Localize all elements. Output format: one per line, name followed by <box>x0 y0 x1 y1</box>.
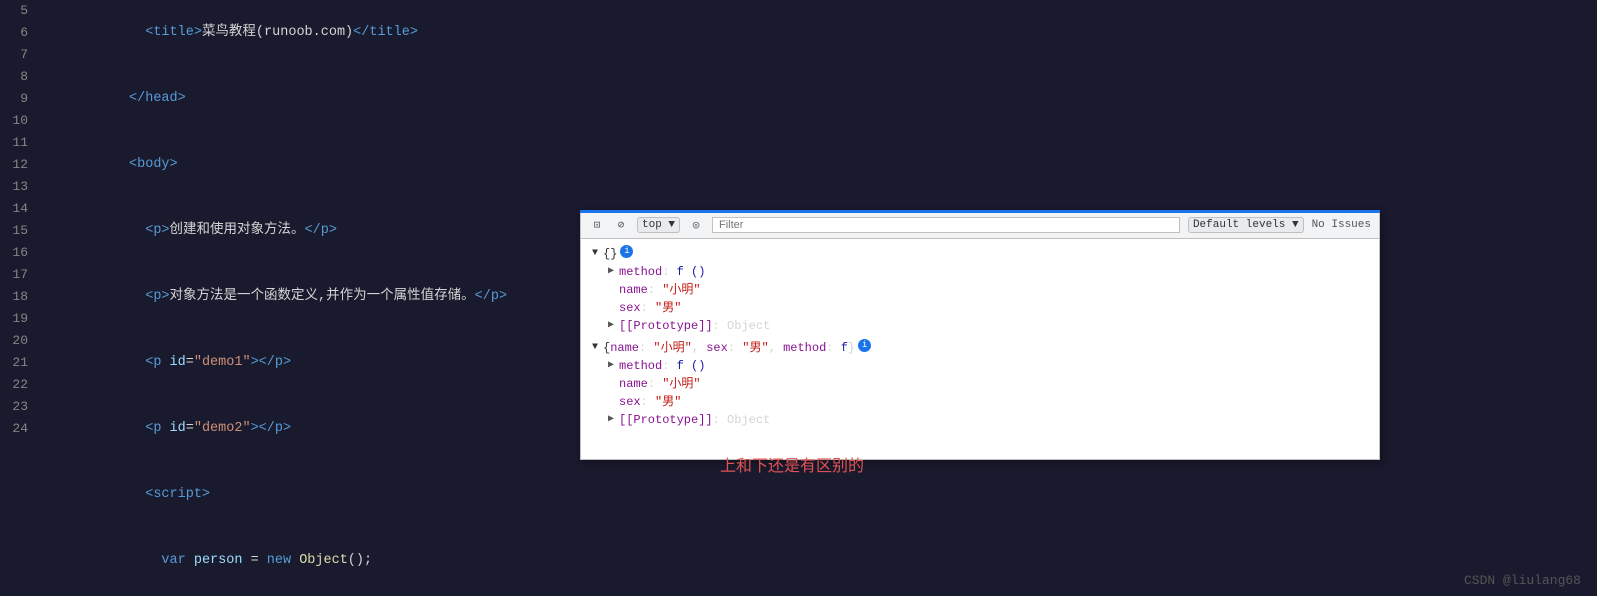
devtools-ban-icon: ⊘ <box>613 217 629 233</box>
code-line-5: <title>菜鸟教程(runoob.com)</title> <box>48 0 1597 66</box>
ln-6: 6 <box>12 22 28 44</box>
devtools-blue-bar <box>580 210 1380 213</box>
info-icon-1: i <box>620 245 633 258</box>
chinese-note-label: 上和下还是有区别的 <box>720 452 864 476</box>
ln-12: 12 <box>12 154 28 176</box>
line-numbers: 5 6 7 8 9 10 11 12 13 14 15 16 17 18 19 … <box>0 0 40 596</box>
ln-5: 5 <box>12 0 28 22</box>
prop-method-2[interactable]: ▶ method: f () <box>605 357 1371 375</box>
prop-prototype-2[interactable]: ▶ [[Prototype]]: Object <box>605 411 1371 429</box>
prop-sex-2: sex: "男" <box>605 393 1371 411</box>
ln-14: 14 <box>12 198 28 220</box>
devtools-top-select[interactable]: top ▼ <box>637 217 680 233</box>
ln-24: 24 <box>12 418 28 440</box>
ln-15: 15 <box>12 220 28 242</box>
devtools-console-icon: ⊡ <box>589 217 605 233</box>
prop-method-1[interactable]: ▶ method: f () <box>605 263 1371 281</box>
ln-17: 17 <box>12 264 28 286</box>
console-entry-1-header[interactable]: ▼ {} i <box>589 245 1371 263</box>
prop-sex-1: sex: "男" <box>605 299 1371 317</box>
ln-8: 8 <box>12 66 28 88</box>
console-entry-2-header[interactable]: ▼ { name : "小明" , sex : "男" , method : f… <box>589 339 1371 357</box>
expand-arrow-2[interactable]: ▼ <box>589 339 601 357</box>
console-entry-2-props: ▶ method: f () name: "小明" sex: "男" ▶ [[P… <box>589 357 1371 429</box>
ln-19: 19 <box>12 308 28 330</box>
ln-16: 16 <box>12 242 28 264</box>
ln-23: 23 <box>12 396 28 418</box>
ln-13: 13 <box>12 176 28 198</box>
console-entry-2: ▼ { name : "小明" , sex : "男" , method : f… <box>589 339 1371 429</box>
console-entry-1-props: ▶ method: f () name: "小明" sex: "男" ▶ [[P… <box>589 263 1371 335</box>
console-entry-1: ▼ {} i ▶ method: f () name: "小明" sex: "男… <box>589 245 1371 335</box>
devtools-eye-icon: ◎ <box>688 217 704 233</box>
prop-name-1: name: "小明" <box>605 281 1371 299</box>
ln-7: 7 <box>12 44 28 66</box>
ln-22: 22 <box>12 374 28 396</box>
devtools-filter-input[interactable] <box>712 217 1180 233</box>
devtools-issues-label: No Issues <box>1312 219 1371 231</box>
devtools-panel: ⊡ ⊘ top ▼ ◎ Default levels ▼ No Issues ▼… <box>580 210 1380 460</box>
ln-11: 11 <box>12 132 28 154</box>
expand-arrow-1[interactable]: ▼ <box>589 245 601 263</box>
devtools-levels-select[interactable]: Default levels ▼ <box>1188 217 1304 233</box>
ln-20: 20 <box>12 330 28 352</box>
code-line-7: <body> <box>48 132 1597 198</box>
info-icon-2: i <box>858 339 871 352</box>
csdn-watermark: CSDN @liulang68 <box>1464 573 1581 588</box>
ln-10: 10 <box>12 110 28 132</box>
ln-18: 18 <box>12 286 28 308</box>
code-line-6: </head> <box>48 66 1597 132</box>
ln-21: 21 <box>12 352 28 374</box>
code-line-13: var person = new Object(); <box>48 528 1597 594</box>
prop-prototype-1[interactable]: ▶ [[Prototype]]: Object <box>605 317 1371 335</box>
devtools-content: ▼ {} i ▶ method: f () name: "小明" sex: "男… <box>581 239 1379 459</box>
devtools-toolbar: ⊡ ⊘ top ▼ ◎ Default levels ▼ No Issues <box>581 211 1379 239</box>
prop-name-2: name: "小明" <box>605 375 1371 393</box>
ln-9: 9 <box>12 88 28 110</box>
